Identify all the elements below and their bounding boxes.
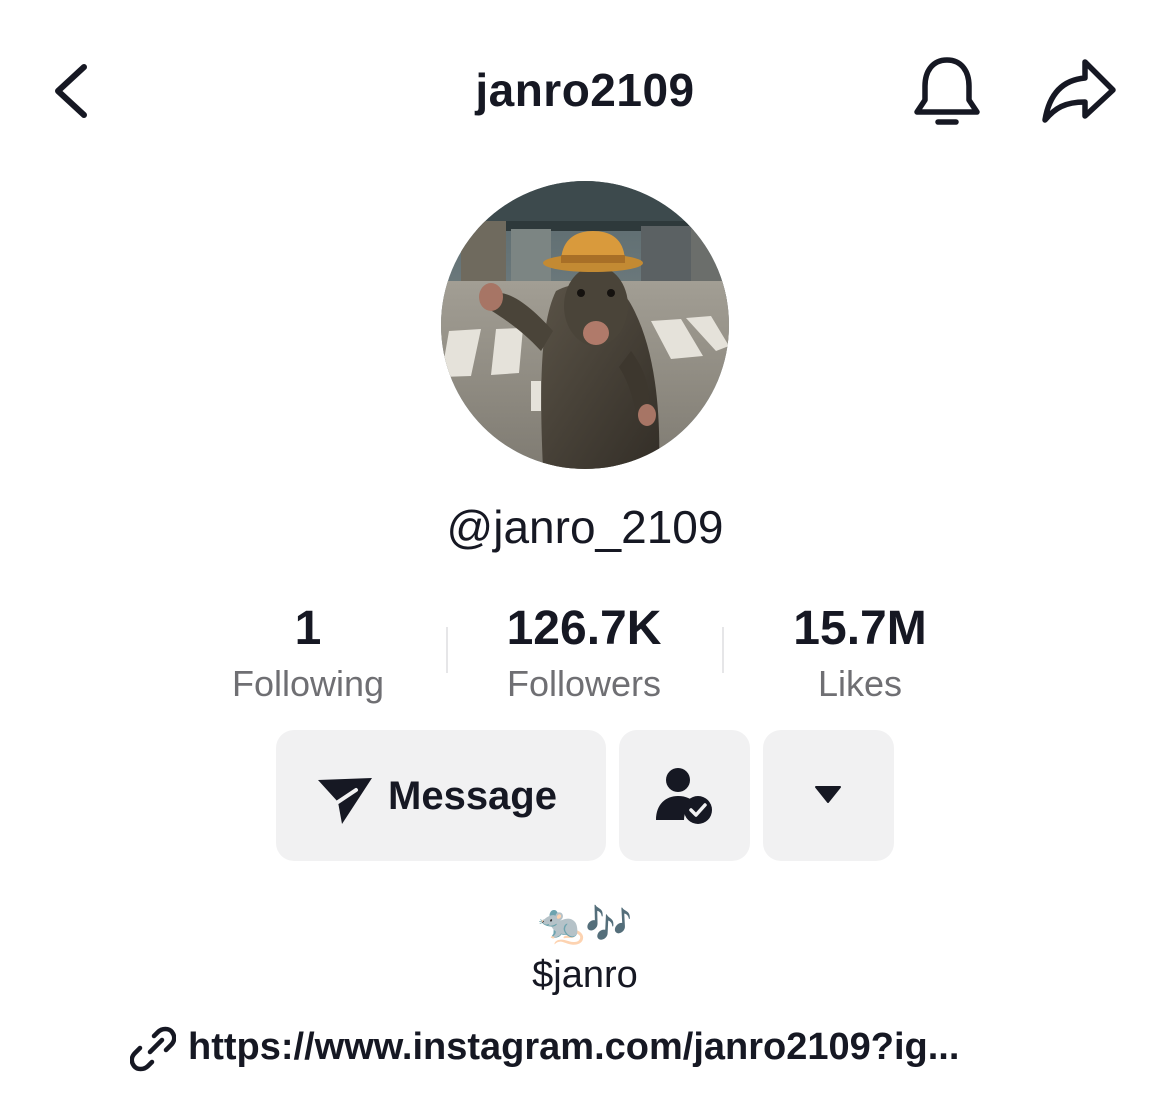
likes-count: 15.7M (793, 602, 927, 655)
bio-text: $janro (532, 954, 638, 996)
following-count: 1 (294, 602, 322, 655)
bio-link-text[interactable]: https://www.instagram.com/janro2109?ig..… (188, 1020, 959, 1074)
page-title: janro2109 (475, 64, 695, 116)
bio-link[interactable]: https://www.instagram.com/janro2109?ig..… (126, 1020, 1056, 1074)
link-icon (130, 1026, 176, 1072)
profile-handle: @janro_2109 (446, 501, 724, 553)
rat-avatar-image (441, 181, 729, 469)
caret-down-icon (815, 786, 841, 803)
followers-count: 126.7K (506, 602, 662, 655)
notification-bell-button[interactable] (905, 52, 989, 130)
stat-divider (722, 627, 724, 673)
bio-emoji: 🐀🎶 (537, 904, 633, 946)
following-stat[interactable]: 1 Following (198, 600, 418, 720)
followers-stat[interactable]: 126.7K Followers (470, 600, 698, 720)
share-arrow-icon (1042, 59, 1116, 123)
following-label: Following (231, 663, 385, 704)
message-button-label: Message (388, 774, 557, 818)
followers-label: Followers (506, 663, 662, 704)
avatar[interactable] (441, 181, 729, 469)
send-icon (318, 778, 372, 824)
friend-check-icon (656, 768, 712, 824)
bell-icon (914, 57, 980, 125)
share-button[interactable] (1035, 52, 1125, 130)
likes-label: Likes (817, 663, 903, 704)
likes-stat[interactable]: 15.7M Likes (750, 600, 970, 720)
stat-divider (446, 627, 448, 673)
